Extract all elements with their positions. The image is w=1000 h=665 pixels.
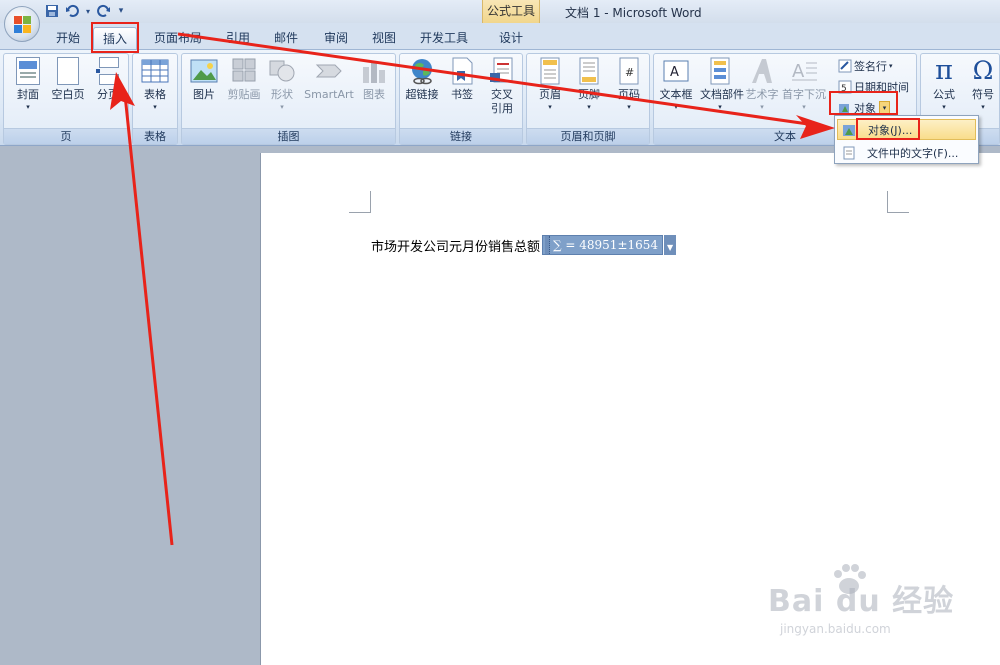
annotation-arrows <box>110 32 835 546</box>
